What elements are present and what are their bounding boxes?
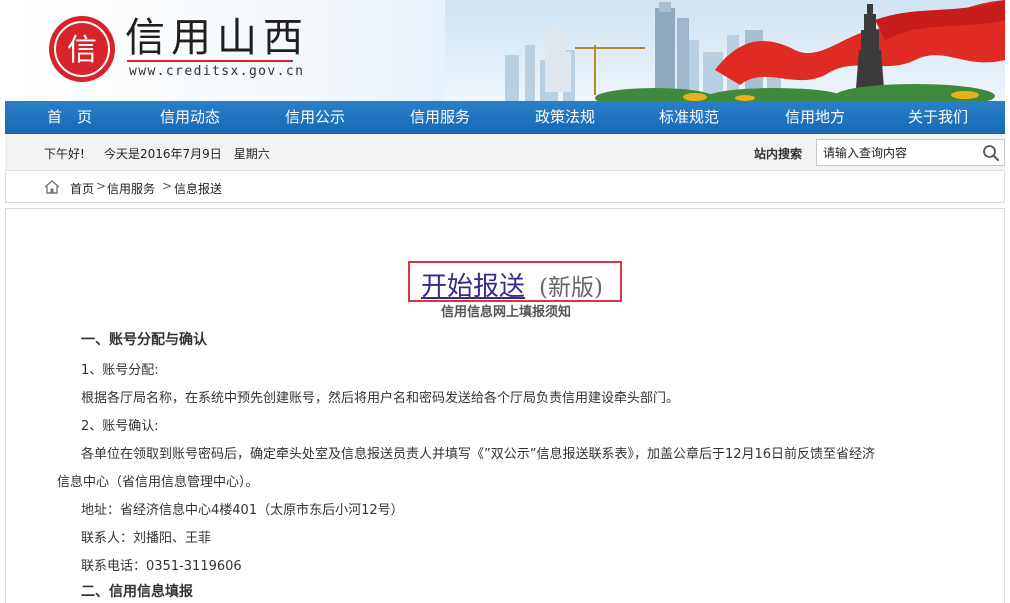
section-1-heading: 一、账号分配与确认 bbox=[81, 332, 207, 348]
item-1-heading: 1、账号分配: bbox=[81, 363, 159, 378]
headline-highlight-box: 开始报送 (新版) bbox=[408, 261, 622, 302]
logo-divider bbox=[127, 60, 293, 62]
section-2-heading: 二、信用信息填报 bbox=[81, 584, 193, 600]
article-panel: 开始报送 (新版) 信用信息网上填报须知 一、账号分配与确认 1、账号分配: 根… bbox=[5, 208, 1005, 603]
address-text: 地址：省经济信息中心4楼401（太原市东后小河12号） bbox=[81, 503, 404, 518]
phone-text: 联系电话：0351-3119606 bbox=[81, 559, 242, 574]
nav-item-credit-services[interactable]: 信用服务 bbox=[410, 101, 470, 134]
info-bar: 下午好! 今天是2016年7月9日 星期六 站内搜索 bbox=[5, 134, 1005, 171]
site-banner: 信 信用山西 www.creditsx.gov.cn bbox=[5, 0, 1005, 101]
contacts-text: 联系人：刘播阳、王菲 bbox=[81, 531, 212, 546]
item-2-heading: 2、账号确认: bbox=[81, 419, 159, 434]
nav-item-about-us[interactable]: 关于我们 bbox=[908, 101, 968, 134]
breadcrumb-credit-services[interactable]: 信用服务 bbox=[107, 180, 155, 197]
nav-item-standards[interactable]: 标准规范 bbox=[659, 101, 719, 134]
item-1-body: 根据各厅局名称，在系统中预先创建账号，然后将用户名和密码发送给各个厅局负责信用建… bbox=[81, 391, 680, 406]
banner-cityscape-image bbox=[445, 0, 1005, 101]
svg-text:信: 信 bbox=[67, 33, 97, 68]
search-input[interactable] bbox=[816, 139, 1005, 166]
home-icon[interactable] bbox=[44, 180, 60, 194]
site-logo[interactable]: 信 bbox=[49, 16, 115, 82]
nav-item-local-credit[interactable]: 信用地方 bbox=[785, 101, 845, 134]
article-subtitle: 信用信息网上填报须知 bbox=[440, 305, 571, 320]
start-report-link[interactable]: 开始报送 bbox=[421, 266, 525, 303]
search-label: 站内搜索 bbox=[754, 147, 803, 161]
site-title: 信用山西 bbox=[125, 15, 309, 61]
nav-item-credit-news[interactable]: 信用动态 bbox=[160, 101, 220, 134]
breadcrumb-current: 信息报送 bbox=[174, 182, 223, 196]
item-2-body-line-1: 各单位在领取到账号密码后，确定牵头处室及信息报送员责人并填写《”双公示”信息报送… bbox=[81, 447, 876, 462]
breadcrumb-home[interactable]: 首页 bbox=[70, 180, 94, 197]
search-icon[interactable] bbox=[982, 144, 1000, 162]
date-text: 今天是2016年7月9日 星期六 bbox=[104, 147, 270, 161]
logo-seal-icon: 信 bbox=[54, 21, 110, 77]
headline-suffix: (新版) bbox=[539, 275, 603, 301]
item-2-body-line-2: 信息中心（省信用信息管理中心）。 bbox=[57, 475, 259, 490]
nav-item-credit-publicity[interactable]: 信用公示 bbox=[285, 101, 345, 134]
nav-item-home[interactable]: 首 页 bbox=[47, 101, 92, 134]
breadcrumb-separator: > bbox=[162, 179, 173, 193]
site-url: www.creditsx.gov.cn bbox=[129, 64, 305, 79]
nav-item-policies[interactable]: 政策法规 bbox=[535, 101, 595, 134]
greeting-text: 下午好! bbox=[44, 147, 85, 161]
main-nav: 首 页 信用动态 信用公示 信用服务 政策法规 标准规范 信用地方 关于我们 bbox=[5, 101, 1005, 134]
breadcrumb: 首页 > 信用服务 > 信息报送 bbox=[5, 172, 1005, 203]
breadcrumb-separator: > bbox=[96, 179, 107, 193]
